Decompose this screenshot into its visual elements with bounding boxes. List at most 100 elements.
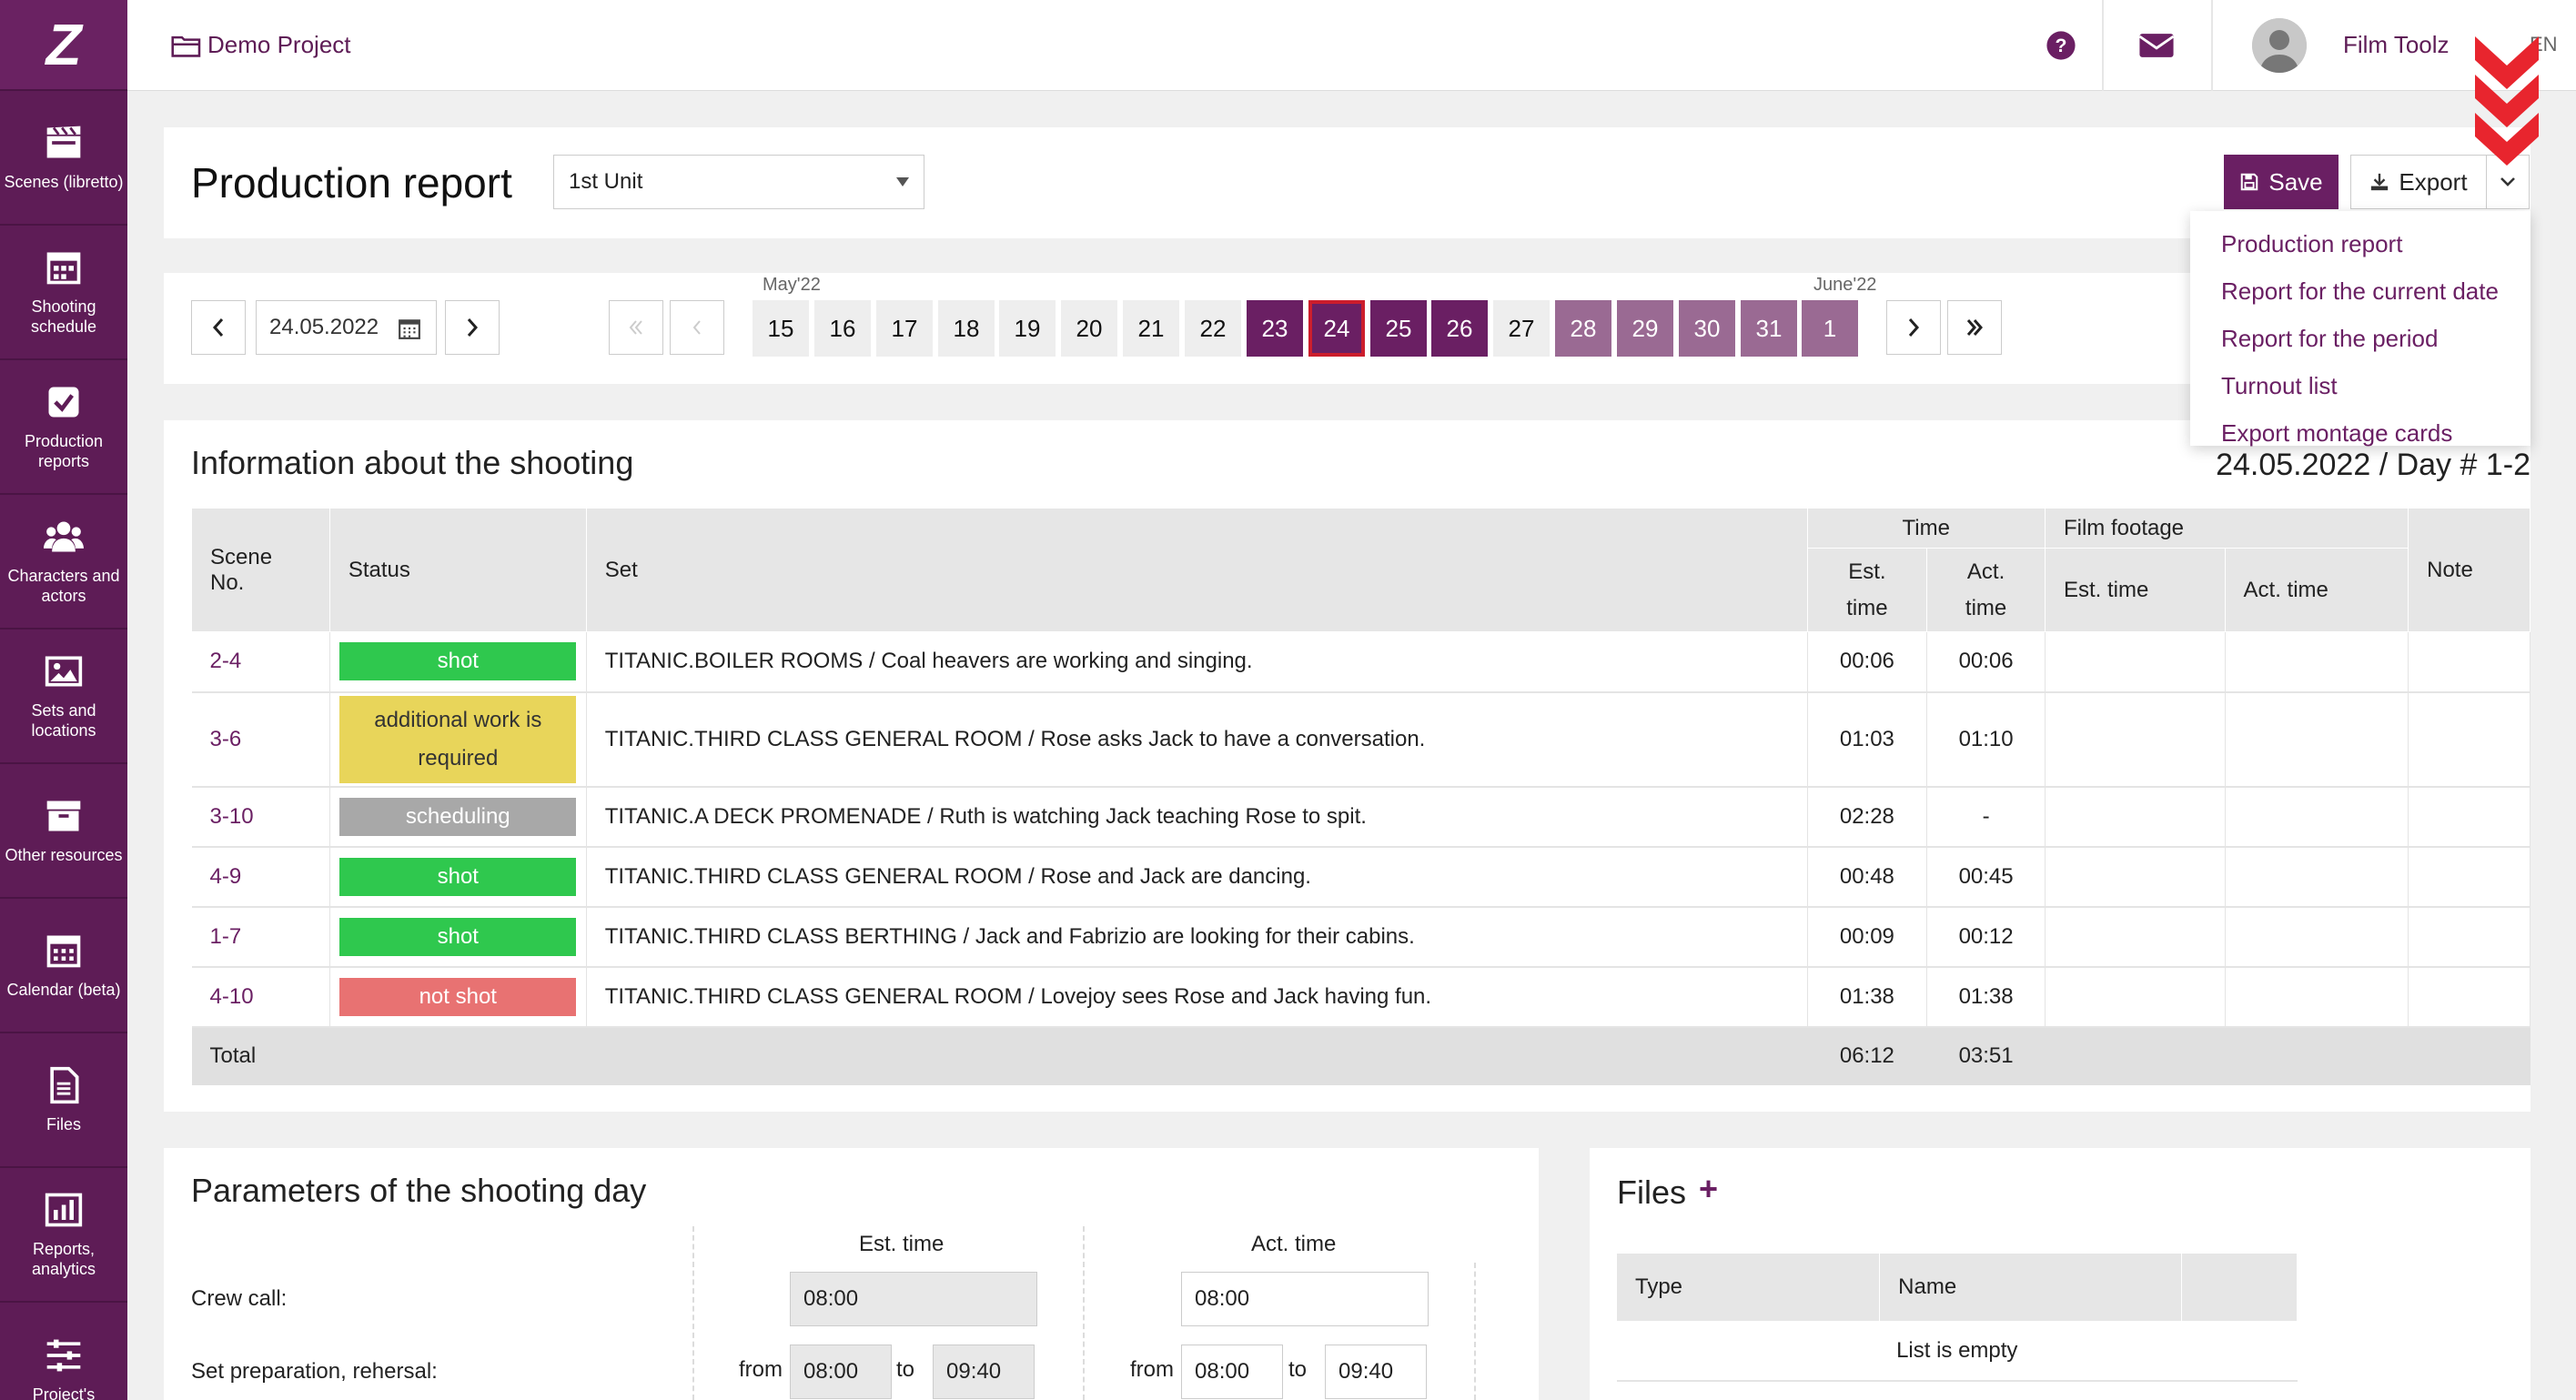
sidebar-item-sets[interactable]: Sets and locations [0,629,127,764]
day-31[interactable]: 31 [1741,300,1797,357]
unit-select[interactable]: 1st Unit [553,155,924,209]
total-est: 06:12 [1807,1026,1927,1085]
sidebar-item-reports[interactable]: Reports, analytics [0,1168,127,1303]
day-20[interactable]: 20 [1061,300,1117,357]
files-empty-message: List is empty [1617,1321,2298,1382]
day-16[interactable]: 16 [814,300,871,357]
note [2408,786,2531,848]
chevron-right-icon [467,318,479,337]
calendar-icon [46,935,81,968]
header-card: Production report 1st Unit Save Export [164,127,2531,238]
sidebar-item-label: Files [45,1115,81,1133]
sidebar-item-shooting-schedule[interactable]: Shooting schedule [0,226,127,360]
prep-est-from-field: 08:00 [790,1345,892,1399]
film-act-time [2225,906,2409,968]
day-23[interactable]: 23 [1247,300,1303,357]
next-date-button[interactable] [445,300,500,355]
sidebar-item-other-resources[interactable]: Other resources [0,764,127,899]
user-name[interactable]: Film Toolz [2343,31,2450,59]
people-icon [44,521,84,552]
act-time: 00:12 [1926,906,2046,968]
set-description: TITANIC.THIRD CLASS GENERAL ROOM / Lovej… [586,966,1808,1028]
prep-act-to-field[interactable]: 09:40 [1325,1345,1427,1399]
menu-item-production-report[interactable]: Production report [2190,220,2531,267]
date-input[interactable]: 24.05.2022 [256,300,437,355]
day-1[interactable]: 1 [1802,300,1858,357]
col-film-footage: Film footage [2044,508,2409,549]
day-18[interactable]: 18 [938,300,995,357]
add-file-button[interactable]: + [1699,1170,1718,1208]
day-25[interactable]: 25 [1370,300,1427,357]
scene-number[interactable]: 4-10 [191,966,330,1028]
topbar: Demo Project ? Film Toolz EN [127,0,2576,91]
sidebar-item-label: Characters and actors [7,567,120,605]
est-time: 02:28 [1807,786,1928,848]
first-period-button[interactable] [609,300,663,355]
save-button[interactable]: Save [2224,155,2339,209]
prep-act-to-label: to [1288,1357,1308,1382]
day-24[interactable]: 24 [1308,300,1365,357]
status-badge: shot [339,642,577,681]
sidebar-item-scenes[interactable]: Scenes (libretto) [0,91,127,226]
help-button[interactable]: ? [2011,0,2111,91]
export-button[interactable]: Export [2350,155,2487,209]
total-label: Total [191,1026,1808,1085]
sidebar-item-production-reports[interactable]: Production reports [0,360,127,495]
day-17[interactable]: 17 [876,300,933,357]
film-est-time [2045,846,2226,908]
params-act-header: Act. time [1251,1232,1337,1256]
messages-button[interactable] [2106,0,2207,91]
sidebar-item-characters[interactable]: Characters and actors [0,495,127,629]
scene-number[interactable]: 3-6 [191,691,330,788]
prep-act-from-field[interactable]: 08:00 [1181,1345,1283,1399]
sidebar-item-label: Calendar (beta) [6,981,121,999]
day-15[interactable]: 15 [753,300,809,357]
scene-number[interactable]: 2-4 [191,631,330,693]
next-period-button[interactable] [1886,300,1941,355]
day-30[interactable]: 30 [1679,300,1735,357]
film-act-time [2225,966,2409,1028]
app-logo[interactable]: Z [0,0,127,91]
day-29[interactable]: 29 [1617,300,1673,357]
project-link[interactable]: Demo Project [171,31,351,59]
section-title-info: Information about the shooting [191,444,634,481]
sidebar-item-label: Sets and locations [31,701,96,740]
prev-date-button[interactable] [191,300,246,355]
menu-item-turnout-list[interactable]: Turnout list [2190,362,2531,409]
day-19[interactable]: 19 [999,300,1056,357]
scene-number[interactable]: 3-10 [191,786,330,848]
day-28[interactable]: 28 [1555,300,1611,357]
prev-period-button[interactable] [670,300,724,355]
last-period-button[interactable] [1947,300,2002,355]
est-time: 00:09 [1807,906,1928,968]
prep-act-from-label: from [1130,1357,1174,1382]
day-27[interactable]: 27 [1493,300,1550,357]
crew-call-act-field[interactable]: 08:00 [1181,1272,1429,1326]
sidebar-item-files[interactable]: Files [0,1033,127,1168]
menu-item-report-period[interactable]: Report for the period [2190,315,2531,362]
section-title-files: Files [1617,1173,1687,1211]
menu-item-report-current-date[interactable]: Report for the current date [2190,267,2531,315]
clapperboard-icon [46,126,81,158]
col-status: Status [328,508,587,632]
chevron-down-icon [2500,177,2515,186]
day-22[interactable]: 22 [1185,300,1241,357]
chevron-right-icon [1908,318,1920,337]
scene-number[interactable]: 4-9 [191,846,330,908]
avatar[interactable] [2252,18,2307,73]
month-label-may: May'22 [763,275,821,295]
day-26[interactable]: 26 [1431,300,1488,357]
double-chevron-left-icon [629,320,642,335]
sidebar-item-label: Shooting schedule [30,297,97,336]
sidebar-item-calendar[interactable]: Calendar (beta) [0,899,127,1033]
menu-item-export-montage-cards[interactable]: Export montage cards [2190,409,2531,457]
est-time: 00:48 [1807,846,1928,908]
sidebar-item-project-settings[interactable]: Project's [0,1303,127,1400]
act-time: 00:06 [1926,631,2046,693]
est-time: 01:38 [1807,966,1928,1028]
day-21[interactable]: 21 [1123,300,1179,357]
calendar-picker-icon[interactable] [398,317,421,340]
film-est-time [2045,906,2226,968]
set-description: TITANIC.THIRD CLASS GENERAL ROOM / Rose … [586,846,1808,908]
scene-number[interactable]: 1-7 [191,906,330,968]
